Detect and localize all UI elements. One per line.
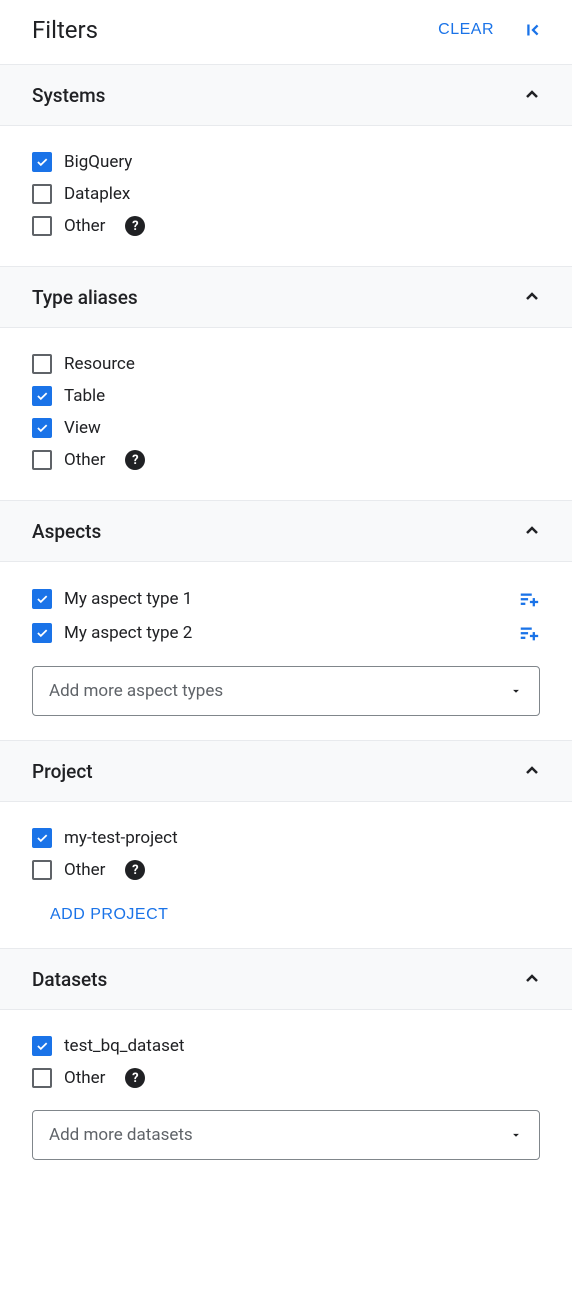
checkbox-bigquery[interactable] [32, 152, 52, 172]
chevron-up-icon [520, 285, 544, 309]
checkbox-label: Other [64, 860, 105, 880]
checkbox-row-my-test-project: my-test-project [32, 822, 540, 854]
checkbox-aspect-1[interactable] [32, 589, 52, 609]
checkbox-label: BigQuery [64, 152, 540, 172]
dropdown-placeholder: Add more datasets [49, 1125, 193, 1145]
type-aliases-section-body: Resource Table View Other ? [0, 328, 572, 500]
aspects-section-body: My aspect type 1 My aspect type 2 [0, 562, 572, 740]
checkbox-row-datasets-other: Other ? [32, 1062, 540, 1094]
checkbox-label: My aspect type 2 [64, 623, 506, 643]
checkbox-row-aspect-1: My aspect type 1 [32, 582, 540, 616]
filters-title: Filters [32, 16, 98, 44]
chevron-up-icon [520, 519, 544, 543]
checkbox-row-test-bq-dataset: test_bq_dataset [32, 1030, 540, 1062]
project-title: Project [32, 760, 93, 783]
systems-title: Systems [32, 84, 105, 107]
datasets-section-body: test_bq_dataset Other ? Add more dataset… [0, 1010, 572, 1184]
collapse-panel-icon[interactable] [522, 19, 544, 41]
checkbox-datasets-other[interactable] [32, 1068, 52, 1088]
checkbox-row-project-other: Other ? [32, 854, 540, 886]
dropdown-arrow-icon [509, 1128, 523, 1142]
checkbox-project-other[interactable] [32, 860, 52, 880]
checkbox-row-aspect-2: My aspect type 2 [32, 616, 540, 650]
aspects-section-header[interactable]: Aspects [0, 500, 572, 562]
checkbox-label: Resource [64, 354, 540, 374]
header-actions: CLEAR [438, 19, 544, 41]
checkbox-row-type-other: Other ? [32, 444, 540, 476]
checkbox-row-dataplex: Dataplex [32, 178, 540, 210]
checkbox-row-systems-other: Other ? [32, 210, 540, 242]
checkbox-label: my-test-project [64, 828, 540, 848]
aspects-title: Aspects [32, 520, 101, 543]
aspects-dropdown[interactable]: Add more aspect types [32, 666, 540, 716]
checkbox-label: Other [64, 1068, 105, 1088]
checkbox-row-table: Table [32, 380, 540, 412]
checkbox-test-bq-dataset[interactable] [32, 1036, 52, 1056]
add-filter-icon[interactable] [518, 588, 540, 610]
dropdown-placeholder: Add more aspect types [49, 681, 223, 701]
checkbox-view[interactable] [32, 418, 52, 438]
systems-section-body: BigQuery Dataplex Other ? [0, 126, 572, 266]
checkbox-type-other[interactable] [32, 450, 52, 470]
project-section-header[interactable]: Project [0, 740, 572, 802]
datasets-title: Datasets [32, 968, 107, 991]
help-icon[interactable]: ? [125, 860, 145, 880]
chevron-up-icon [520, 83, 544, 107]
type-aliases-title: Type aliases [32, 286, 138, 309]
checkbox-row-bigquery: BigQuery [32, 146, 540, 178]
chevron-up-icon [520, 759, 544, 783]
checkbox-table[interactable] [32, 386, 52, 406]
help-icon[interactable]: ? [125, 1068, 145, 1088]
checkbox-label: Dataplex [64, 184, 540, 204]
checkbox-my-test-project[interactable] [32, 828, 52, 848]
checkbox-label: My aspect type 1 [64, 589, 506, 609]
checkbox-label: Table [64, 386, 540, 406]
clear-button[interactable]: CLEAR [438, 21, 494, 39]
chevron-up-icon [520, 967, 544, 991]
help-icon[interactable]: ? [125, 216, 145, 236]
checkbox-dataplex[interactable] [32, 184, 52, 204]
checkbox-label: View [64, 418, 540, 438]
checkbox-row-view: View [32, 412, 540, 444]
project-section-body: my-test-project Other ? ADD PROJECT [0, 802, 572, 948]
systems-section-header[interactable]: Systems [0, 64, 572, 126]
filters-header: Filters CLEAR [0, 0, 572, 64]
checkbox-aspect-2[interactable] [32, 623, 52, 643]
checkbox-resource[interactable] [32, 354, 52, 374]
type-aliases-section-header[interactable]: Type aliases [0, 266, 572, 328]
dropdown-arrow-icon [509, 684, 523, 698]
checkbox-label: test_bq_dataset [64, 1036, 540, 1056]
checkbox-row-resource: Resource [32, 348, 540, 380]
help-icon[interactable]: ? [125, 450, 145, 470]
checkbox-systems-other[interactable] [32, 216, 52, 236]
checkbox-label: Other [64, 450, 105, 470]
add-filter-icon[interactable] [518, 622, 540, 644]
datasets-section-header[interactable]: Datasets [0, 948, 572, 1010]
checkbox-label: Other [64, 216, 105, 236]
add-project-button[interactable]: ADD PROJECT [50, 906, 168, 924]
datasets-dropdown[interactable]: Add more datasets [32, 1110, 540, 1160]
